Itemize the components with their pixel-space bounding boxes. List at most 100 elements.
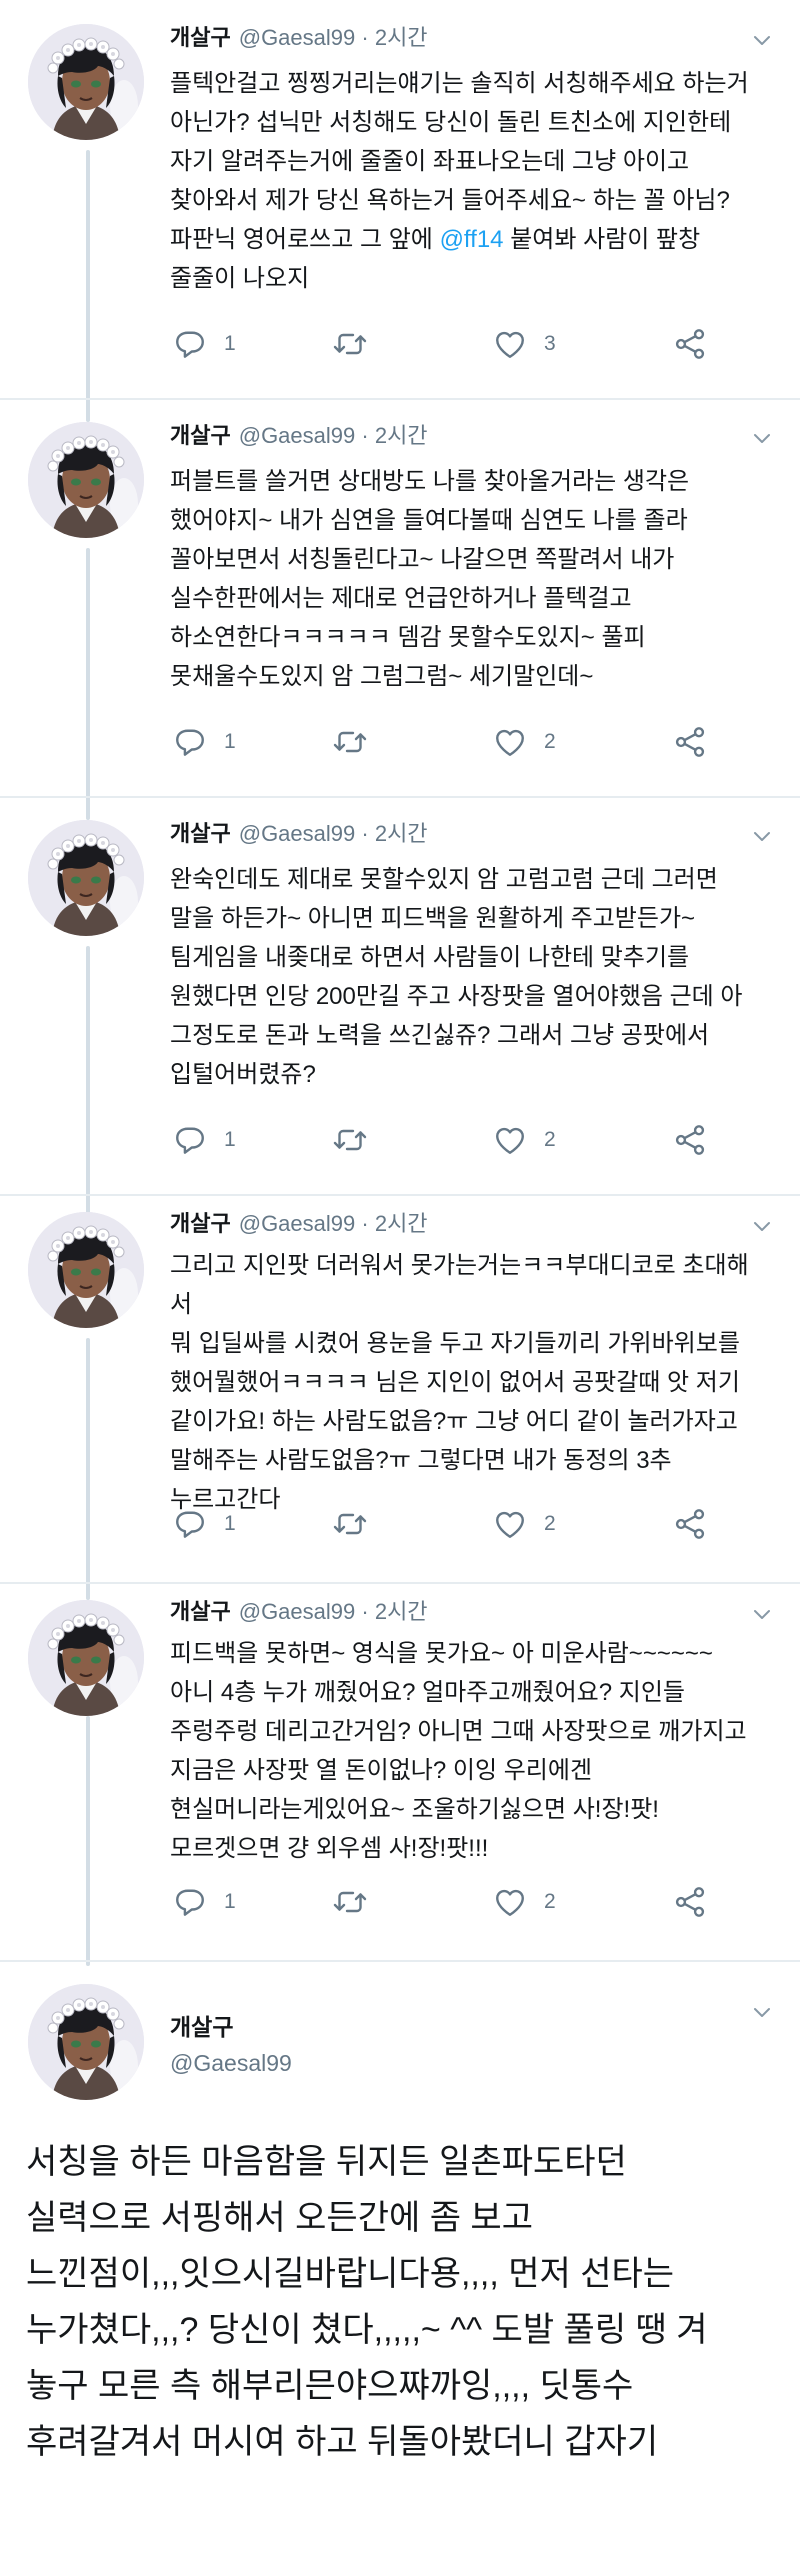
handle[interactable]: @Gaesal99 <box>239 1211 356 1236</box>
timestamp[interactable]: 2시간 <box>375 1599 428 1624</box>
reply-icon <box>172 1884 208 1920</box>
chevron-down-icon[interactable] <box>750 426 774 450</box>
retweet-button[interactable] <box>332 1882 368 1922</box>
separator: · <box>361 423 369 448</box>
mention-link[interactable]: @ff14 <box>440 226 504 253</box>
reply-button[interactable]: 1 <box>172 1504 236 1544</box>
share-icon <box>672 1884 708 1920</box>
chevron-down-icon[interactable] <box>750 1214 774 1238</box>
reply-count: 1 <box>224 1512 236 1535</box>
tweet-header: 개살구 @Gaesal99 · 2시간 <box>170 418 428 450</box>
avatar[interactable] <box>28 422 144 538</box>
like-icon <box>492 326 528 362</box>
like-button[interactable]: 2 <box>492 1120 556 1160</box>
tweet[interactable]: 개살구 @Gaesal99 · 2시간 피드백을 못하면~ 영식을 못가요~ 아 … <box>0 1582 800 1960</box>
timestamp[interactable]: 2시간 <box>375 821 428 846</box>
reply-icon <box>172 724 208 760</box>
tweet-header: 개살구 @Gaesal99 · 2시간 <box>170 20 428 52</box>
timestamp[interactable]: 2시간 <box>375 25 428 50</box>
tweet-header: 개살구 @Gaesal99 · 2시간 <box>170 1206 428 1238</box>
handle[interactable]: @Gaesal99 <box>239 423 356 448</box>
tweet-header: 개살구 @Gaesal99 · 2시간 <box>170 816 428 848</box>
like-icon <box>492 1122 528 1158</box>
avatar[interactable] <box>28 24 144 140</box>
tweet-actions: 12 <box>172 1504 732 1544</box>
display-name[interactable]: 개살구 <box>170 423 231 448</box>
share-button[interactable] <box>672 1120 708 1160</box>
timestamp[interactable]: 2시간 <box>375 1211 428 1236</box>
chevron-down-icon[interactable] <box>750 2000 774 2024</box>
reply-button[interactable]: 1 <box>172 722 236 762</box>
reply-icon <box>172 1122 208 1158</box>
retweet-button[interactable] <box>332 1504 368 1544</box>
tweet-expanded[interactable]: 개살구 @Gaesal99 서칭을 하든 마음함을 뒤지든 일촌파도타던 실력으… <box>0 1960 800 2550</box>
like-button[interactable]: 2 <box>492 1882 556 1922</box>
like-count: 2 <box>544 730 556 753</box>
chevron-down-icon[interactable] <box>750 824 774 848</box>
display-name[interactable]: 개살구 <box>170 1211 231 1236</box>
tweet-actions: 12 <box>172 722 732 762</box>
retweet-icon <box>332 724 368 760</box>
retweet-button[interactable] <box>332 722 368 762</box>
avatar[interactable] <box>28 1600 144 1716</box>
tweet-actions: 13 <box>172 324 732 364</box>
tweet-text: 완숙인데도 제대로 못할수있지 암 고럼고럼 근데 그러면 말을 하든가~ 아니… <box>170 866 743 1088</box>
avatar[interactable] <box>28 820 144 936</box>
display-name[interactable]: 개살구 <box>170 1599 231 1624</box>
timestamp[interactable]: 2시간 <box>375 423 428 448</box>
retweet-icon <box>332 1884 368 1920</box>
tweet[interactable]: 개살구 @Gaesal99 · 2시간 완숙인데도 제대로 못할수있지 암 고럼고… <box>0 796 800 1196</box>
share-button[interactable] <box>672 1504 708 1544</box>
handle[interactable]: @Gaesal99 <box>239 1599 356 1624</box>
separator: · <box>361 1599 369 1624</box>
like-count: 3 <box>544 332 556 355</box>
handle[interactable]: @Gaesal99 <box>239 821 356 846</box>
like-button[interactable]: 2 <box>492 1504 556 1544</box>
share-icon <box>672 1122 708 1158</box>
share-button[interactable] <box>672 722 708 762</box>
like-button[interactable]: 3 <box>492 324 556 364</box>
tweet[interactable]: 개살구 @Gaesal99 · 2시간 플텍안걸고 찡찡거리는얘기는 솔직히 서칭… <box>0 0 800 400</box>
reply-button[interactable]: 1 <box>172 1882 236 1922</box>
avatar[interactable] <box>28 1984 144 2100</box>
tweet-text: 피드백을 못하면~ 영식을 못가요~ 아 미운사람~~~~~~ 아니 4층 누가… <box>170 1640 747 1862</box>
share-button[interactable] <box>672 324 708 364</box>
handle[interactable]: @Gaesal99 <box>170 2050 292 2077</box>
tweet-text: 서칭을 하든 마음함을 뒤지든 일촌파도타던 실력으로 서핑해서 오든간에 좀 … <box>26 2143 708 2461</box>
like-icon <box>492 1506 528 1542</box>
reply-count: 1 <box>224 730 236 753</box>
reply-button[interactable]: 1 <box>172 324 236 364</box>
handle[interactable]: @Gaesal99 <box>239 25 356 50</box>
reply-icon <box>172 326 208 362</box>
like-icon <box>492 1884 528 1920</box>
share-icon <box>672 1506 708 1542</box>
reply-button[interactable]: 1 <box>172 1120 236 1160</box>
tweet-text: 퍼블트를 쓸거면 상대방도 나를 찾아올거라는 생각은 했어야지~ 내가 심연을… <box>170 468 690 690</box>
tweet-header: 개살구 @Gaesal99 · 2시간 <box>170 1594 428 1626</box>
separator: · <box>361 821 369 846</box>
reply-icon <box>172 1506 208 1542</box>
separator: · <box>361 1211 369 1236</box>
tweet-text: 그리고 지인팟 더러워서 못가는거는ㅋㅋ부대디코로 초대해서 뭐 입딜싸를 시켰… <box>170 1252 749 1513</box>
share-icon <box>672 326 708 362</box>
display-name[interactable]: 개살구 <box>170 25 231 50</box>
display-name[interactable]: 개살구 <box>170 2008 233 2042</box>
like-count: 2 <box>544 1890 556 1913</box>
retweet-button[interactable] <box>332 324 368 364</box>
retweet-icon <box>332 326 368 362</box>
like-count: 2 <box>544 1128 556 1151</box>
tweet-actions: 12 <box>172 1120 732 1160</box>
like-button[interactable]: 2 <box>492 722 556 762</box>
like-icon <box>492 724 528 760</box>
avatar[interactable] <box>28 1212 144 1328</box>
like-count: 2 <box>544 1512 556 1535</box>
chevron-down-icon[interactable] <box>750 28 774 52</box>
retweet-icon <box>332 1122 368 1158</box>
share-button[interactable] <box>672 1882 708 1922</box>
tweet[interactable]: 개살구 @Gaesal99 · 2시간 그리고 지인팟 더러워서 못가는거는ㅋㅋ부… <box>0 1194 800 1584</box>
retweet-button[interactable] <box>332 1120 368 1160</box>
separator: · <box>361 25 369 50</box>
chevron-down-icon[interactable] <box>750 1602 774 1626</box>
tweet[interactable]: 개살구 @Gaesal99 · 2시간 퍼블트를 쓸거면 상대방도 나를 찾아올거… <box>0 398 800 798</box>
display-name[interactable]: 개살구 <box>170 821 231 846</box>
